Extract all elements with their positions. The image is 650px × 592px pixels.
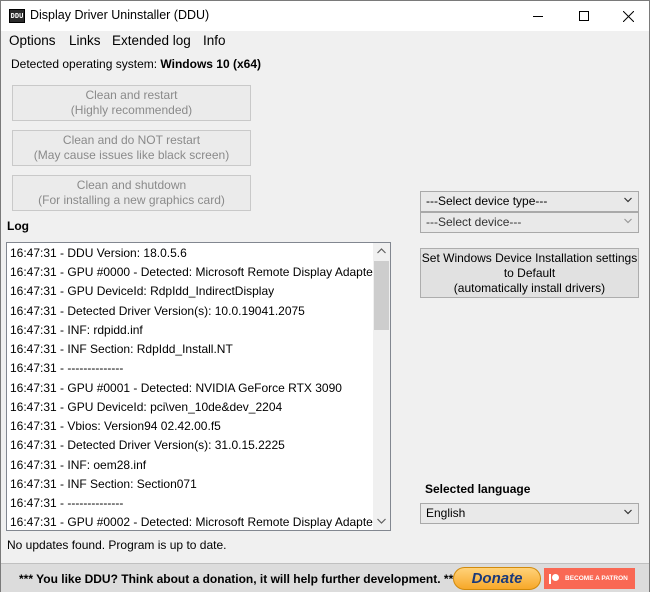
log-line: 16:47:31 - Vbios: Version94 02.42.00.f5 — [10, 419, 221, 433]
log-line: 16:47:31 - INF Section: Section071 — [10, 477, 197, 491]
donate-button[interactable]: Donate — [453, 567, 541, 590]
chevron-down-icon — [624, 197, 632, 203]
clean-and-shutdown-button[interactable]: Clean and shutdown (For installing a new… — [12, 175, 251, 211]
clean-and-restart-label: Clean and restart — [85, 88, 178, 102]
window-title: Display Driver Uninstaller (DDU) — [30, 8, 210, 22]
status-text: No updates found. Program is up to date. — [7, 538, 227, 552]
detected-os-label: Detected operating system: — [11, 57, 158, 71]
device-type-select[interactable]: ---Select device type--- — [420, 191, 639, 212]
log-heading: Log — [7, 219, 29, 233]
log-listbox[interactable]: 16:47:31 - DDU Version: 18.0.5.6 16:47:3… — [6, 242, 391, 531]
log-line: 16:47:31 - GPU #0002 - Detected: Microso… — [10, 515, 377, 529]
maximize-button[interactable] — [561, 1, 607, 31]
patreon-icon — [549, 573, 559, 584]
minimize-button[interactable] — [515, 1, 561, 31]
device-installation-label-1: Set Windows Device Installation settings — [421, 250, 638, 265]
detected-os-value: Windows 10 (x64) — [160, 57, 262, 71]
scroll-up-arrow-icon[interactable] — [377, 248, 386, 254]
close-button[interactable] — [605, 1, 650, 31]
app-window: DDU Display Driver Uninstaller (DDU) Opt… — [0, 0, 650, 592]
title-bar[interactable]: DDU Display Driver Uninstaller (DDU) — [1, 1, 649, 31]
clean-no-restart-sublabel: (May cause issues like black screen) — [33, 148, 230, 162]
menu-links[interactable]: Links — [69, 33, 101, 48]
device-select[interactable]: ---Select device--- — [420, 212, 639, 233]
log-line: 16:47:31 - GPU #0000 - Detected: Microso… — [10, 265, 377, 279]
language-heading: Selected language — [425, 482, 531, 496]
close-icon — [622, 10, 634, 22]
log-line: 16:47:31 - INF: oem28.inf — [10, 458, 147, 472]
log-scrollbar[interactable] — [373, 243, 390, 530]
log-line: 16:47:31 - -------------- — [10, 361, 124, 375]
clean-no-restart-label: Clean and do NOT restart — [62, 133, 201, 147]
chevron-down-icon — [624, 218, 632, 224]
log-line: 16:47:31 - DDU Version: 18.0.5.6 — [10, 246, 187, 260]
clean-and-shutdown-sublabel: (For installing a new graphics card) — [38, 193, 225, 207]
minimize-icon — [533, 16, 543, 17]
menu-options[interactable]: Options — [9, 33, 56, 48]
clean-no-restart-button[interactable]: Clean and do NOT restart (May cause issu… — [12, 130, 251, 166]
log-line: 16:47:31 - -------------- — [10, 496, 124, 510]
app-icon: DDU — [9, 9, 25, 23]
maximize-icon — [579, 11, 589, 21]
become-a-patron-button[interactable]: BECOME A PATRON — [544, 568, 635, 589]
device-installation-label-2: to Default — [503, 265, 556, 280]
log-line: 16:47:31 - INF: rdpidd.inf — [10, 323, 143, 337]
detected-os: Detected operating system: Windows 10 (x… — [11, 57, 261, 71]
log-line: 16:47:31 - GPU DeviceId: pci\ven_10de&de… — [10, 400, 283, 414]
log-line: 16:47:31 - Detected Driver Version(s): 1… — [10, 304, 305, 318]
log-line: 16:47:31 - INF Section: RdpIdd_Install.N… — [10, 342, 233, 356]
menu-bar: Options Links Extended log Info — [1, 31, 649, 52]
become-a-patron-label: BECOME A PATRON — [565, 575, 628, 582]
log-line: 16:47:31 - GPU DeviceId: RdpIdd_Indirect… — [10, 284, 275, 298]
scroll-thumb[interactable] — [374, 261, 389, 330]
device-value: ---Select device--- — [426, 215, 522, 229]
main-panel: Detected operating system: Windows 10 (x… — [1, 52, 649, 563]
device-type-value: ---Select device type--- — [426, 194, 548, 208]
language-select[interactable]: English — [420, 503, 639, 524]
clean-and-restart-button[interactable]: Clean and restart (Highly recommended) — [12, 85, 251, 121]
log-line: 16:47:31 - GPU #0001 - Detected: NVIDIA … — [10, 381, 342, 395]
menu-info[interactable]: Info — [203, 33, 226, 48]
scroll-down-arrow-icon[interactable] — [377, 518, 386, 524]
donation-bar: *** You like DDU? Think about a donation… — [1, 563, 649, 592]
donation-message: *** You like DDU? Think about a donation… — [19, 572, 458, 586]
device-installation-default-button[interactable]: Set Windows Device Installation settings… — [420, 248, 639, 298]
clean-and-shutdown-label: Clean and shutdown — [76, 178, 187, 192]
device-installation-label-3: (automatically install drivers) — [453, 280, 606, 295]
clean-and-restart-sublabel: (Highly recommended) — [70, 103, 193, 117]
language-value: English — [426, 506, 466, 520]
log-line: 16:47:31 - Detected Driver Version(s): 3… — [10, 438, 285, 452]
menu-extended-log[interactable]: Extended log — [112, 33, 191, 48]
chevron-down-icon — [624, 509, 632, 515]
